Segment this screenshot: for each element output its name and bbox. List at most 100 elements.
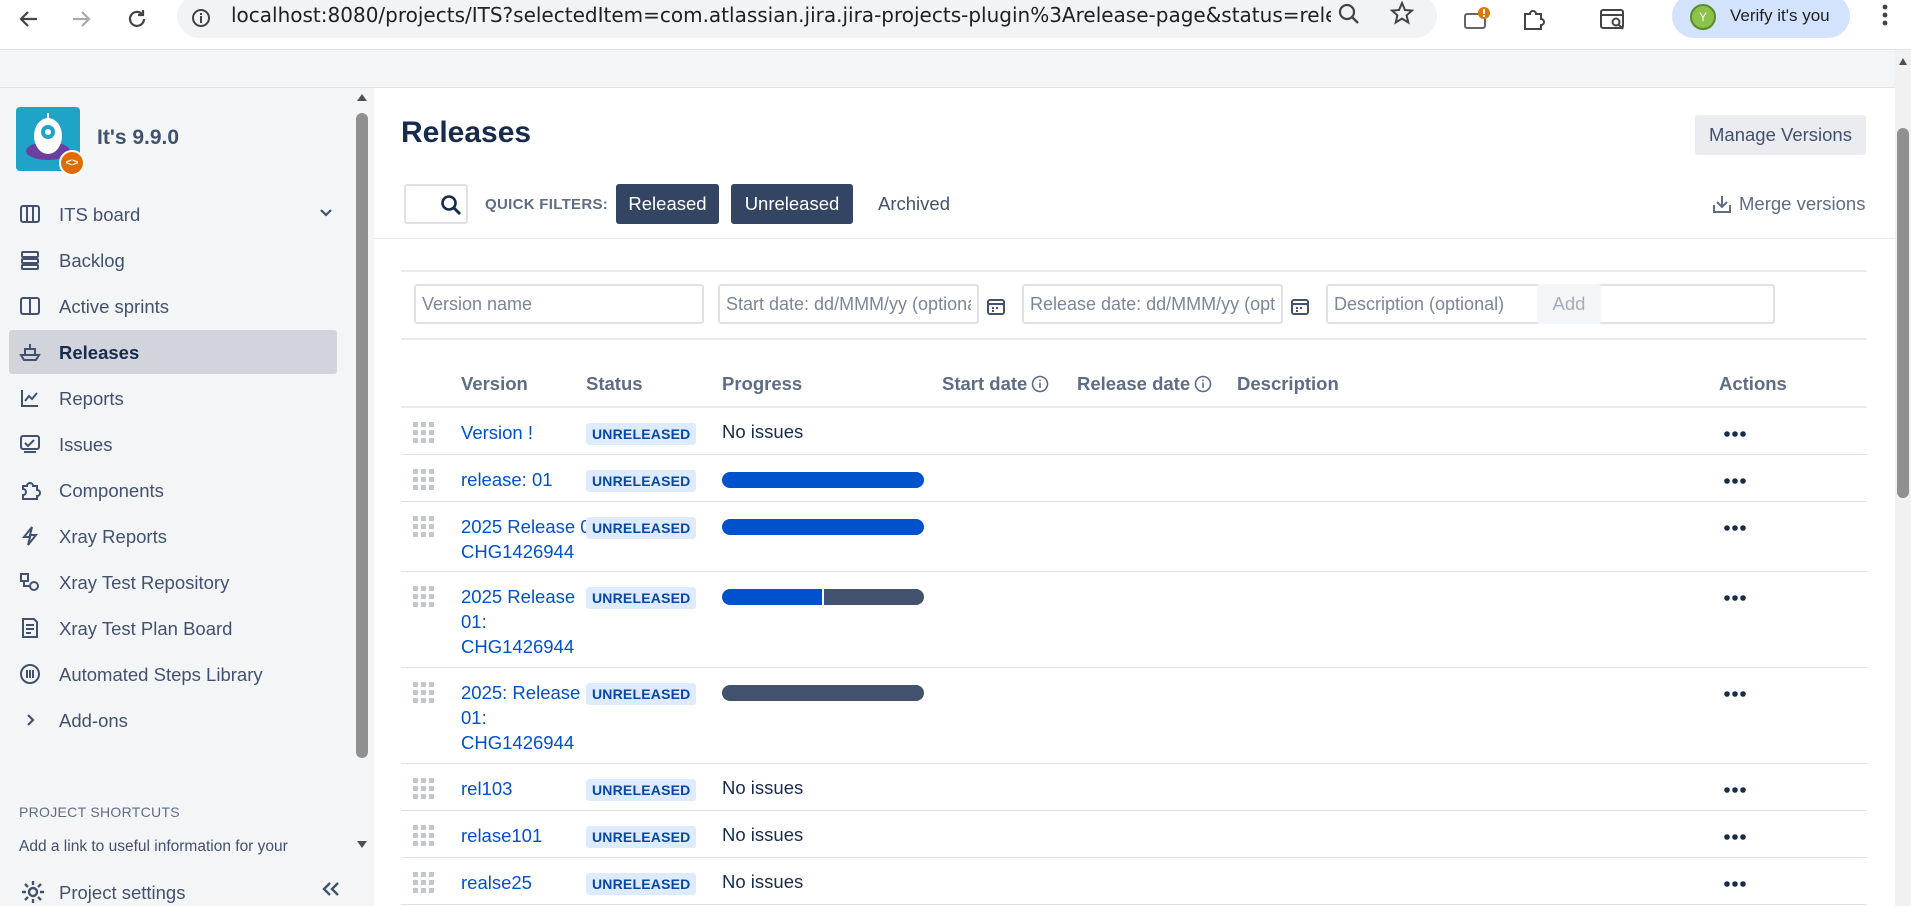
chart-icon <box>21 390 38 407</box>
alert-extension-icon <box>1464 7 1490 29</box>
filter-archived-button[interactable]: Archived <box>864 184 964 224</box>
project-settings-link[interactable]: Project settings <box>9 874 337 906</box>
site-info-icon[interactable] <box>191 8 211 28</box>
drag-handle-icon[interactable] <box>413 469 435 491</box>
start-date-input[interactable] <box>718 284 979 324</box>
project-shortcuts-text[interactable]: Add a link to useful information for you… <box>19 838 288 856</box>
reload-button[interactable] <box>120 2 154 36</box>
version-row[interactable]: 2025 Release 01: CHG1426944 UNRELEASED <box>401 572 1867 668</box>
progress-bar[interactable] <box>722 589 924 605</box>
sidebar-item-xray-reports[interactable]: Xray Reports <box>9 514 337 558</box>
sidebar-item-automated-steps-library[interactable]: Automated Steps Library <box>9 652 337 696</box>
drag-handle-icon[interactable] <box>413 586 435 608</box>
back-button[interactable] <box>12 2 46 36</box>
version-link[interactable]: rel103 <box>461 776 601 801</box>
info-icon[interactable] <box>1194 375 1212 393</box>
tab-search-button[interactable] <box>1596 2 1630 36</box>
version-link[interactable]: realse25 <box>461 870 601 895</box>
more-actions-icon[interactable] <box>1723 430 1747 438</box>
version-row[interactable]: Version ! UNRELEASED No issues <box>401 408 1867 455</box>
filter-released-button[interactable]: Released <box>616 184 719 224</box>
zoom-icon[interactable] <box>1337 2 1361 26</box>
drag-handle-icon[interactable] <box>413 825 435 847</box>
drag-handle-icon[interactable] <box>413 872 435 894</box>
progress-bar[interactable] <box>722 685 924 701</box>
sidebar-item-backlog[interactable]: Backlog <box>9 238 337 282</box>
sidebar-item-label: Backlog <box>59 250 125 271</box>
divider <box>374 238 1895 239</box>
drag-handle-icon[interactable] <box>413 778 435 800</box>
sidebar-item-xray-test-plan-board[interactable]: Xray Test Plan Board <box>9 606 337 650</box>
sidebar-item-xray-test-repository[interactable]: Xray Test Repository <box>9 560 337 604</box>
sidebar-item-add-ons[interactable]: Add-ons <box>9 698 337 742</box>
page-scroll-thumb[interactable] <box>1897 128 1909 498</box>
release-date-input[interactable] <box>1022 284 1283 324</box>
version-link[interactable]: relase101 <box>461 823 601 848</box>
forward-button[interactable] <box>64 2 98 36</box>
sidebar-scroll-thumb[interactable] <box>356 113 368 758</box>
add-version-button[interactable]: Add <box>1537 284 1601 324</box>
status-badge: UNRELEASED <box>586 873 697 895</box>
sidebar-item-reports[interactable]: Reports <box>9 376 337 420</box>
sidebar-item-label: Add-ons <box>59 710 128 731</box>
forward-arrow-icon <box>73 11 91 27</box>
version-row[interactable]: relase101 UNRELEASED No issues <box>401 811 1867 858</box>
sidebar-item-active-sprints[interactable]: Active sprints <box>9 284 337 328</box>
more-actions-icon[interactable] <box>1723 594 1747 602</box>
version-link[interactable]: 2025 Release 01: CHG1426944 <box>461 584 601 659</box>
search-icon <box>441 195 462 216</box>
more-actions-icon[interactable] <box>1723 786 1747 794</box>
scroll-up-arrow-icon[interactable] <box>356 92 368 102</box>
code-badge-icon: <> <box>59 150 85 176</box>
bookmark-star-icon[interactable] <box>1389 0 1415 26</box>
info-icon[interactable] <box>1031 375 1049 393</box>
drag-handle-icon[interactable] <box>413 516 435 538</box>
scroll-up-arrow-icon[interactable] <box>1898 56 1908 66</box>
version-link[interactable]: 2025 Release 01 CHG1426944 <box>461 514 601 564</box>
backlog-icon <box>21 251 39 270</box>
drag-handle-icon[interactable] <box>413 682 435 704</box>
extensions-button[interactable] <box>1516 2 1550 36</box>
filter-unreleased-button[interactable]: Unreleased <box>731 184 853 224</box>
more-actions-icon[interactable] <box>1723 477 1747 485</box>
more-actions-icon[interactable] <box>1723 690 1747 698</box>
progress-bar[interactable] <box>722 472 924 488</box>
more-actions-icon[interactable] <box>1723 524 1747 532</box>
page-scrollbar[interactable] <box>1895 50 1911 906</box>
merge-versions-link[interactable]: Merge versions <box>1711 193 1865 215</box>
drag-handle-icon[interactable] <box>413 422 435 444</box>
progress-bar[interactable] <box>722 519 924 535</box>
extension-alert-button[interactable] <box>1460 2 1494 36</box>
progress-todo-segment <box>824 589 924 605</box>
browser-menu-icon[interactable] <box>1872 0 1898 34</box>
version-row[interactable]: 2025: Release 01: CHG1426944 UNRELEASED <box>401 668 1867 764</box>
calendar-icon[interactable] <box>986 296 1006 316</box>
sidebar-item-label: Active sprints <box>59 296 170 317</box>
profile-verify-button[interactable]: Y Verify it's you <box>1672 0 1850 38</box>
version-link[interactable]: Version ! <box>461 420 601 445</box>
sidebar-item-components[interactable]: Components <box>9 468 337 512</box>
progress-done-segment <box>722 519 924 535</box>
project-sidebar: <> It's 9.9.0 ITS board Backlog Active s… <box>0 88 350 906</box>
board-selector[interactable]: ITS board <box>9 192 337 236</box>
sidebar-item-issues[interactable]: Issues <box>9 422 337 466</box>
version-row[interactable]: realse25 UNRELEASED No issues <box>401 858 1867 905</box>
version-row[interactable]: 2025 Release 01 CHG1426944 UNRELEASED <box>401 502 1867 572</box>
version-link[interactable]: 2025: Release 01: CHG1426944 <box>461 680 601 755</box>
scroll-down-arrow-icon[interactable] <box>356 840 368 850</box>
version-row[interactable]: release: 01 UNRELEASED <box>401 455 1867 502</box>
version-link[interactable]: release: 01 <box>461 467 601 492</box>
calendar-icon[interactable] <box>1290 296 1310 316</box>
progress-text: No issues <box>722 824 804 845</box>
more-actions-icon[interactable] <box>1723 880 1747 888</box>
address-bar[interactable]: localhost:8080/projects/ITS?selectedItem… <box>177 0 1437 38</box>
collapse-sidebar-icon[interactable] <box>320 880 342 898</box>
url-text[interactable]: localhost:8080/projects/ITS?selectedItem… <box>231 3 1331 27</box>
sidebar-item-releases[interactable]: Releases <box>9 330 337 374</box>
sidebar-scrollbar[interactable] <box>350 88 374 906</box>
version-name-input[interactable] <box>414 284 704 324</box>
manage-versions-button[interactable]: Manage Versions <box>1695 115 1866 155</box>
version-row[interactable]: rel103 UNRELEASED No issues <box>401 764 1867 811</box>
search-input[interactable] <box>404 184 468 224</box>
more-actions-icon[interactable] <box>1723 833 1747 841</box>
